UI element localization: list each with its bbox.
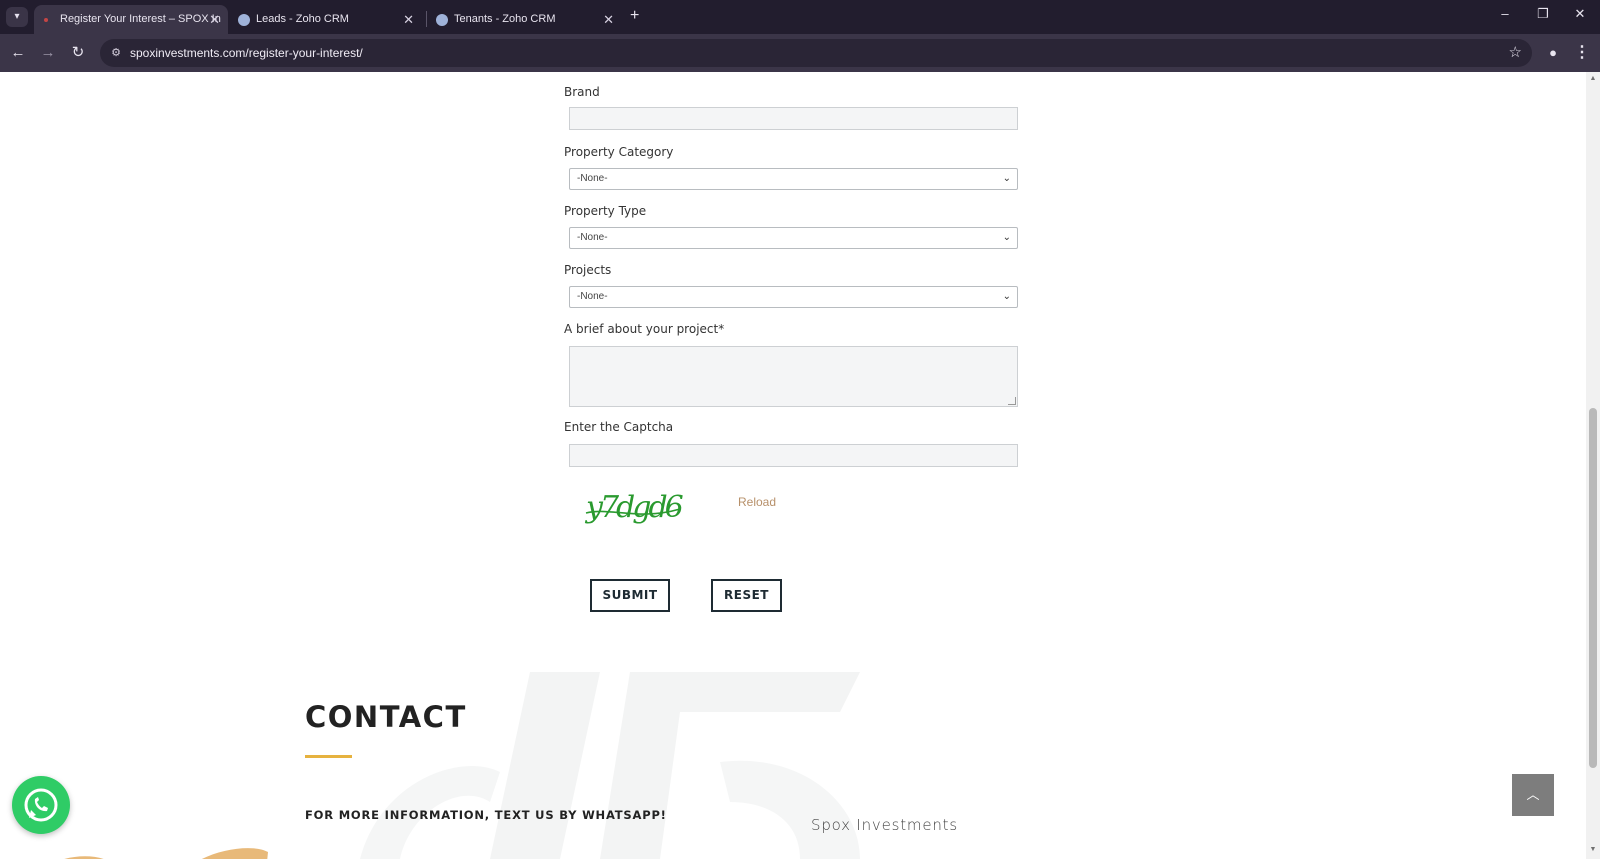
captcha-input[interactable] [569,444,1018,467]
close-tab-icon[interactable]: ✕ [209,5,220,34]
close-tab-icon[interactable]: ✕ [403,5,414,34]
site-settings-icon[interactable]: ⚙ [108,45,124,61]
spox-favicon-icon [44,18,48,22]
contact-info-text: FOR MORE INFORMATION, TEXT US BY WHATSAP… [305,808,667,822]
page-content: Brand Property Category -None- ⌄ Propert… [0,72,1586,859]
back-to-top-button[interactable]: ︿ [1512,774,1554,816]
projects-value: -None- [577,291,608,302]
tab-register-interest[interactable]: Register Your Interest – SPOX In ✕ [34,5,228,34]
reset-button[interactable]: RESET [711,579,782,612]
zoho-favicon-icon [238,14,250,26]
brand-input[interactable] [569,107,1018,130]
whatsapp-icon [24,788,58,822]
back-icon[interactable]: ← [8,43,28,63]
projects-select[interactable]: -None- ⌄ [569,286,1018,308]
captcha-text: y7dgd6 [584,490,684,525]
browser-menu-icon[interactable]: ⋮ [1574,43,1590,63]
forward-icon[interactable]: → [38,43,58,63]
tab-title: Leads - Zoho CRM [256,13,349,25]
chevron-down-icon: ⌄ [1002,232,1011,243]
profile-icon[interactable]: ● [1543,43,1563,63]
address-bar[interactable]: ⚙ spoxinvestments.com/register-your-inte… [100,39,1532,67]
bookmark-star-icon[interactable]: ☆ [1509,43,1522,61]
tab-title: Register Your Interest – SPOX In [60,13,221,25]
captcha-label: Enter the Captcha [564,420,674,434]
property-type-label: Property Type [564,204,647,218]
captcha-image: y7dgd6 [584,490,684,525]
close-tab-icon[interactable]: ✕ [603,5,614,34]
tab-tenants[interactable]: Tenants - Zoho CRM ✕ [428,5,622,34]
chevron-down-icon: ⌄ [1002,173,1011,184]
brief-label: A brief about your project* [564,322,725,336]
property-type-select[interactable]: -None- ⌄ [569,227,1018,249]
restore-icon[interactable]: ❐ [1533,6,1553,22]
browser-tabstrip: ▾ Register Your Interest – SPOX In ✕ Lea… [0,0,1600,34]
tab-separator [426,11,427,27]
tab-search-button[interactable]: ▾ [6,7,28,27]
property-category-select[interactable]: -None- ⌄ [569,168,1018,190]
submit-button[interactable]: SUBMIT [590,579,670,612]
projects-label: Projects [564,263,612,277]
tab-title: Tenants - Zoho CRM [454,13,556,25]
property-category-label: Property Category [564,145,674,159]
minimize-icon[interactable]: – [1495,6,1515,21]
zoho-favicon-icon [436,14,448,26]
brief-textarea[interactable] [569,346,1018,407]
property-type-value: -None- [577,232,608,243]
captcha-reload-link[interactable]: Reload [738,495,776,509]
resize-handle-icon[interactable] [1008,397,1016,405]
reload-page-icon[interactable]: ↻ [68,43,88,63]
browser-toolbar: ← → ↻ ⚙ spoxinvestments.com/register-you… [0,34,1600,72]
tab-leads[interactable]: Leads - Zoho CRM ✕ [230,5,422,34]
company-name: Spox Investments [811,816,958,834]
close-window-icon[interactable]: ✕ [1570,6,1590,22]
chevron-up-icon: ︿ [1526,787,1540,802]
contact-underline [305,755,352,758]
whatsapp-button[interactable] [12,776,70,834]
scrollbar-thumb[interactable] [1589,408,1597,768]
chevron-down-icon: ⌄ [1002,291,1011,302]
scroll-up-icon[interactable]: ▲ [1588,75,1598,82]
scroll-down-icon[interactable]: ▼ [1588,846,1598,853]
brand-label: Brand [564,85,600,99]
page-scrollbar[interactable]: ▲ ▼ [1586,72,1600,859]
contact-heading: CONTACT [305,700,467,734]
property-category-value: -None- [577,173,608,184]
url-text: spoxinvestments.com/register-your-intere… [130,46,363,60]
new-tab-button[interactable]: + [630,5,639,27]
